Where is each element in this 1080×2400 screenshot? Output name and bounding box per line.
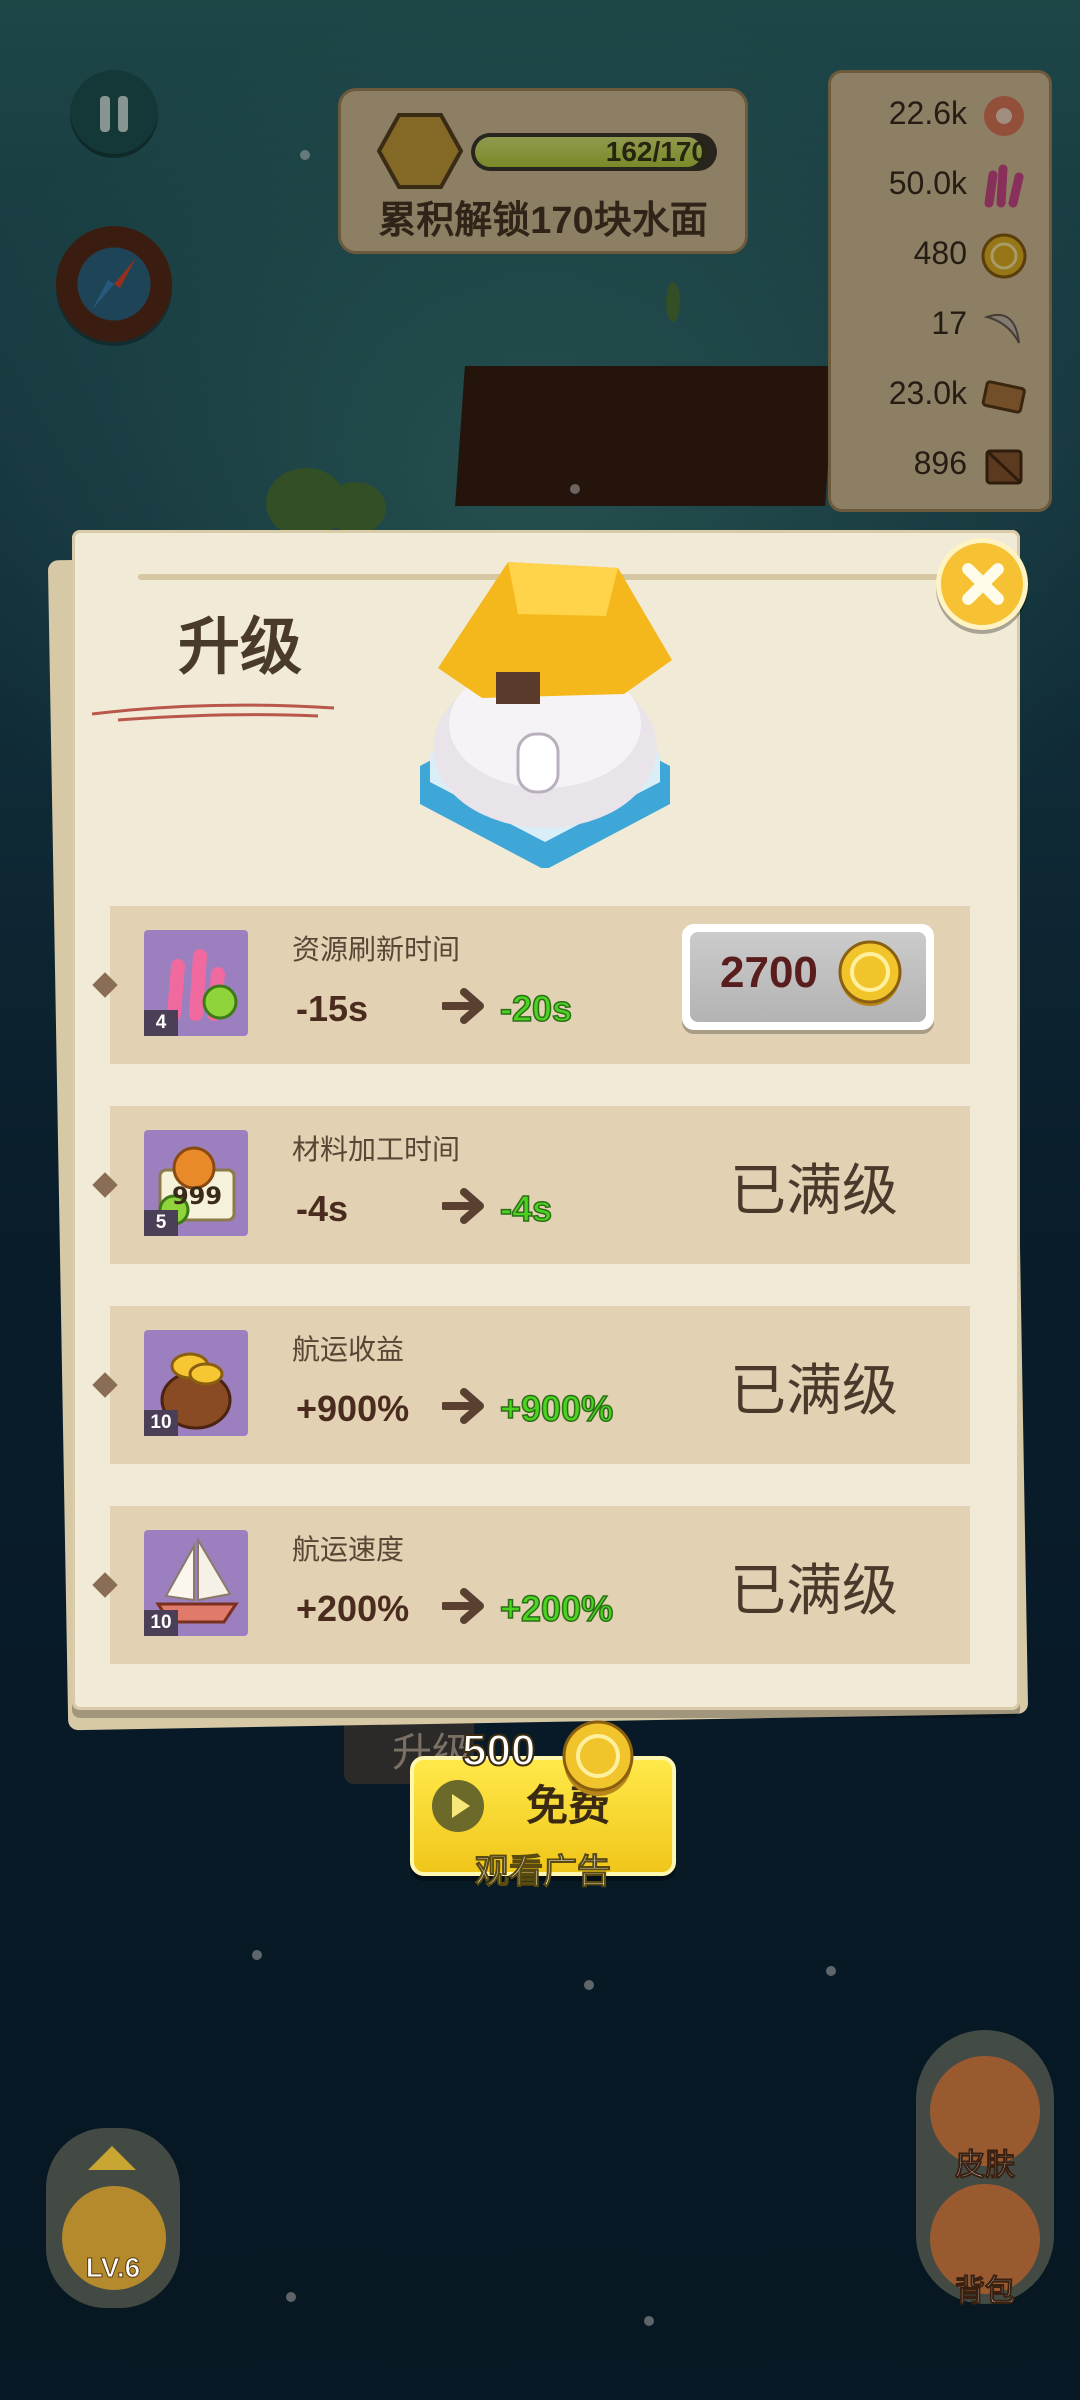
arrow-right-icon bbox=[442, 988, 484, 1024]
row-name: 材料加工时间 bbox=[292, 1134, 461, 1165]
level-button[interactable]: LV.6 bbox=[46, 2128, 180, 2308]
row-next-value: +200% bbox=[499, 1587, 614, 1630]
chevron-up-icon bbox=[88, 2146, 136, 2170]
ad-reward-amount: 500 bbox=[461, 1725, 536, 1776]
coin-icon bbox=[838, 940, 902, 1006]
upgrade-row-refresh: 4 资源刷新时间 -15s -20s 2700 bbox=[92, 906, 970, 1064]
upgrade-row-processing: 999 5 材料加工时间 -4s -4s 已满级 bbox=[92, 1106, 970, 1264]
ad-sub-label: 观看广告 bbox=[475, 1853, 612, 1892]
processing-badge: 999 bbox=[172, 1182, 222, 1210]
max-level-label: 已满级 bbox=[730, 1359, 898, 1422]
coin-icon bbox=[562, 1720, 634, 1796]
gold-bag-icon: 10 bbox=[144, 1330, 248, 1436]
row-current-value: -15s bbox=[296, 988, 369, 1029]
level-badge: 5 bbox=[144, 1210, 178, 1236]
upgrade-row-shipping-income: 10 航运收益 +900% +900% 已满级 bbox=[92, 1306, 970, 1464]
arrow-right-icon bbox=[442, 1388, 484, 1424]
row-current-value: +200% bbox=[296, 1588, 410, 1629]
row-next-value: -4s bbox=[499, 1187, 553, 1230]
coral-refresh-icon: 4 bbox=[144, 930, 248, 1036]
row-current-value: +900% bbox=[296, 1388, 410, 1429]
level-badge: 10 bbox=[144, 1410, 178, 1436]
close-button[interactable] bbox=[936, 538, 1028, 630]
processing-icon: 999 5 bbox=[144, 1130, 248, 1236]
level-badge: 4 bbox=[144, 1010, 178, 1036]
upgrade-row-shipping-speed: 10 航运速度 +200% +200% 已满级 bbox=[92, 1506, 970, 1664]
level-badge: 10 bbox=[144, 1610, 178, 1636]
skin-label: 皮肤 bbox=[955, 2149, 1016, 2183]
row-name: 航运速度 bbox=[292, 1534, 405, 1565]
max-level-label: 已满级 bbox=[730, 1159, 898, 1222]
cost-value: 2700 bbox=[720, 948, 818, 997]
arrow-right-icon bbox=[442, 1188, 484, 1224]
play-icon bbox=[432, 1780, 484, 1832]
row-next-value: -20s bbox=[499, 987, 573, 1030]
modal-title: 升级 bbox=[178, 613, 303, 682]
title-underline bbox=[91, 703, 335, 722]
bag-label: 背包 bbox=[955, 2275, 1016, 2309]
sailboat-icon: 10 bbox=[144, 1530, 248, 1636]
row-name: 航运收益 bbox=[292, 1334, 405, 1365]
arrow-right-icon bbox=[442, 1588, 484, 1624]
building-icon bbox=[420, 562, 672, 868]
row-next-value: +900% bbox=[499, 1387, 614, 1430]
side-menu: 皮肤 背包 bbox=[916, 2030, 1054, 2309]
row-name: 资源刷新时间 bbox=[292, 934, 461, 965]
max-level-label: 已满级 bbox=[730, 1559, 898, 1622]
row-current-value: -4s bbox=[296, 1188, 349, 1229]
level-label: LV.6 bbox=[85, 2252, 141, 2284]
upgrade-cost-button[interactable]: 2700 bbox=[682, 924, 934, 1030]
